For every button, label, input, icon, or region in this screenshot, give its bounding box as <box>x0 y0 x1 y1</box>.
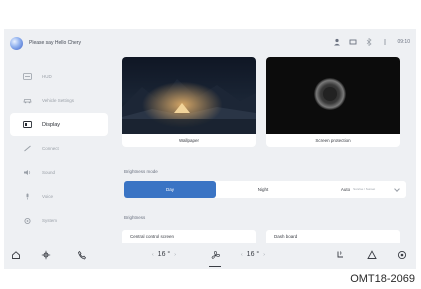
screen-protection-label: Screen protection <box>315 138 351 143</box>
dashboard-brightness-card[interactable]: Dash board <box>266 230 400 243</box>
wifi-icon <box>349 38 357 46</box>
phone-icon[interactable] <box>76 249 88 261</box>
sidebar-item-label: Voice <box>42 194 54 199</box>
assistant-orb-icon <box>10 36 23 50</box>
brightness-heading: Brightness <box>124 215 146 220</box>
mode-night-button[interactable]: Night <box>216 181 310 198</box>
increase-right-temp-icon[interactable]: › <box>263 252 265 258</box>
screen-protection-preview-image <box>266 57 400 134</box>
increase-left-temp-icon[interactable]: › <box>174 252 176 258</box>
right-temperature[interactable]: ‹ 16 ° › <box>241 251 265 258</box>
decrease-left-temp-icon[interactable]: ‹ <box>152 252 154 258</box>
right-temperature-value: 16 ° <box>246 251 260 258</box>
chevron-down-icon <box>394 186 400 192</box>
left-temperature-value: 16 ° <box>157 251 171 258</box>
speaker-icon <box>22 168 32 177</box>
wallpaper-label: Wallpaper <box>178 138 200 143</box>
sidebar-item-label: Sound <box>42 170 56 175</box>
wallpaper-preview-image <box>122 57 256 134</box>
sidebar-item-vehicle-settings[interactable]: Vehicle Settings <box>10 89 108 112</box>
bluetooth-icon <box>365 38 373 46</box>
mode-auto-sublabel: Sunrise / Sunset <box>353 186 376 191</box>
sidebar-item-label: Vehicle Settings <box>42 98 75 103</box>
sidebar-item-label: Connect <box>42 146 59 151</box>
fan-active-indicator <box>209 266 221 267</box>
mode-auto-label: Auto <box>340 187 351 192</box>
sidebar-item-connect[interactable]: Connect <box>10 137 108 160</box>
sidebar-item-voice[interactable]: Voice <box>10 185 108 208</box>
assistant-greeting: Please say Hello Chery <box>29 40 81 46</box>
wallpaper-tile[interactable]: Wallpaper <box>122 57 256 147</box>
mode-auto-button[interactable]: Auto Sunrise / Sunset <box>310 181 406 198</box>
infotainment-screen: Please say Hello Chery 09:10 HUD Vehicle… <box>4 29 416 269</box>
sidebar-item-hud[interactable]: HUD <box>10 65 108 88</box>
settings-sidebar: HUD Vehicle Settings Display Connect Sou… <box>10 65 108 233</box>
fan-icon[interactable] <box>209 249 221 261</box>
voice-assistant[interactable]: Please say Hello Chery <box>10 34 128 52</box>
brightness-mode-selector: Day Night Auto Sunrise / Sunset <box>124 181 406 198</box>
clock: 09:10 <box>397 39 410 45</box>
apps-icon[interactable] <box>40 249 52 261</box>
brightness-mode-heading: Brightness mode <box>124 169 158 174</box>
left-temperature[interactable]: ‹ 16 ° › <box>152 251 176 258</box>
figure-code: OMT18-2069 <box>350 273 415 285</box>
mode-day-button[interactable]: Day <box>124 181 216 198</box>
sidebar-item-label: Display <box>42 121 61 128</box>
top-bar: Please say Hello Chery 09:10 <box>4 29 416 55</box>
screen-protection-tile[interactable]: Screen protection <box>266 57 400 147</box>
link-icon <box>22 144 32 153</box>
decrease-right-temp-icon[interactable]: ‹ <box>241 252 243 258</box>
home-icon[interactable] <box>10 249 22 261</box>
gear-icon <box>22 216 32 225</box>
sidebar-item-display[interactable]: Display <box>10 113 108 136</box>
hud-icon <box>22 72 32 81</box>
person-icon <box>333 38 341 46</box>
status-bar: 09:10 <box>333 38 410 46</box>
seat-heating-icon[interactable] <box>334 249 346 261</box>
display-icon <box>22 120 32 129</box>
signal-icon <box>381 38 389 46</box>
hazard-icon[interactable] <box>366 249 378 261</box>
sidebar-item-label: HUD <box>42 74 52 79</box>
sidebar-item-system[interactable]: System <box>10 209 108 232</box>
central-screen-brightness-card[interactable]: Central control screen <box>122 230 256 243</box>
sidebar-item-sound[interactable]: Sound <box>10 161 108 184</box>
microphone-icon <box>22 192 32 201</box>
bottom-dock: ‹ 16 ° › ‹ 16 ° › <box>4 243 416 269</box>
car-icon <box>22 96 32 105</box>
voice-assistant-icon[interactable] <box>396 249 408 261</box>
sidebar-item-label: System <box>42 218 58 223</box>
